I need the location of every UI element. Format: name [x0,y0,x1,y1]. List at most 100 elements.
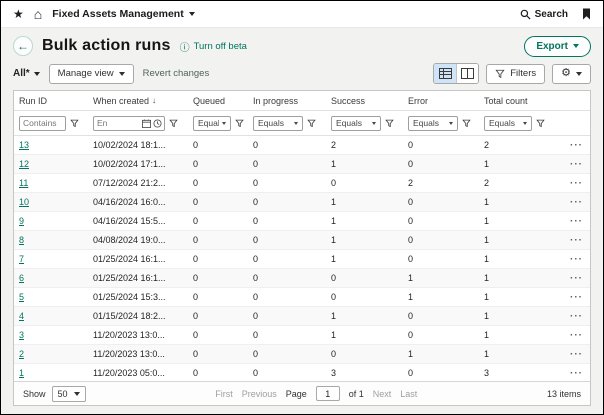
error-filter-funnel-button[interactable] [461,119,472,128]
search-button[interactable]: Search [520,9,568,20]
error-cell: 1 [403,292,479,302]
row-actions-button[interactable]: ··· [570,350,583,360]
calendar-icon[interactable] [142,119,151,128]
run-id-link[interactable]: 2 [19,349,24,359]
table-row[interactable]: 211/20/2023 13:0...00011··· [14,345,590,364]
export-button[interactable]: Export [524,36,591,57]
page-size-select[interactable]: 50 [52,386,86,402]
table-row[interactable]: 1210/02/2024 17:1...00101··· [14,155,590,174]
run-id-link[interactable]: 12 [19,159,29,169]
filters-button[interactable]: Filters [486,64,545,84]
row-actions-button[interactable]: ··· [570,236,583,246]
run-id-link[interactable]: 11 [19,178,28,188]
error-cell: 0 [403,330,479,340]
run-id-link[interactable]: 9 [19,216,24,226]
row-actions-button[interactable]: ··· [570,255,583,265]
table-row[interactable]: 701/25/2024 16:1...00101··· [14,250,590,269]
chevron-down-icon [74,392,80,396]
view-selector[interactable]: All* [13,68,40,79]
in-progress-cell: 0 [248,159,326,169]
column-header-total-count[interactable]: Total count [479,96,554,106]
run-id-link[interactable]: 10 [19,197,29,207]
table-row[interactable]: 111/20/2023 05:0...00303··· [14,364,590,381]
row-actions-button[interactable]: ··· [570,198,583,208]
column-header-when-created[interactable]: When created ↓ [88,96,188,106]
column-header-success[interactable]: Success [326,96,403,106]
row-actions-button[interactable]: ··· [570,179,583,189]
total-count-filter-funnel-button[interactable] [535,119,546,128]
success-cell: 1 [326,159,403,169]
table-row[interactable]: 1310/02/2024 18:1...00202··· [14,136,590,155]
revert-changes-link[interactable]: Revert changes [143,68,210,79]
settings-button[interactable]: ⚙ [552,64,591,84]
run-id-link[interactable]: 13 [19,140,29,150]
run-id-filter-input[interactable] [19,116,66,131]
total-count-filter-select[interactable]: Equals [484,116,532,131]
when-created-filter-input[interactable]: En [93,116,165,131]
run-id-link[interactable]: 7 [19,254,24,264]
table-row[interactable]: 311/20/2023 13:0...00101··· [14,326,590,345]
manage-view-button[interactable]: Manage view [49,64,134,84]
in-progress-filter-select[interactable]: Equals [253,116,303,131]
run-id-filter-funnel-button[interactable] [69,119,80,128]
run-id-link[interactable]: 1 [19,368,24,378]
queued-filter-funnel-button[interactable] [234,119,245,128]
table-row[interactable]: 401/15/2024 18:2...00101··· [14,307,590,326]
run-id-link[interactable]: 3 [19,330,24,340]
run-id-link[interactable]: 5 [19,292,24,302]
success-filter-funnel-button[interactable] [384,119,395,128]
run-id-link[interactable]: 6 [19,273,24,283]
beta-link-label: Turn off beta [194,41,247,52]
column-header-queued[interactable]: Queued [188,96,248,106]
run-id-cell: 10 [14,197,88,207]
column-header-in-progress[interactable]: In progress [248,96,326,106]
previous-page-link[interactable]: Previous [242,389,277,399]
table-row[interactable]: 501/25/2024 15:3...00011··· [14,288,590,307]
beta-info-icon: ⓘ [180,39,190,54]
row-actions-button[interactable]: ··· [570,274,583,284]
in-progress-filter-funnel-button[interactable] [306,119,317,128]
table-row[interactable]: 1107/12/2024 21:2...00022··· [14,174,590,193]
success-cell: 1 [326,330,403,340]
error-filter-select[interactable]: Equals [408,116,458,131]
total-count-cell: 1 [479,235,554,245]
row-actions-cell: ··· [554,292,590,303]
table-row[interactable]: 804/08/2024 19:0...00101··· [14,231,590,250]
first-page-link[interactable]: First [215,389,233,399]
when-created-filter-funnel-button[interactable] [168,119,179,128]
bookmark-icon[interactable] [582,8,591,20]
success-filter-select[interactable]: Equals [331,116,381,131]
success-cell: 0 [326,292,403,302]
row-actions-button[interactable]: ··· [570,331,583,341]
back-button[interactable]: ← [13,36,33,56]
row-actions-button[interactable]: ··· [570,293,583,303]
last-page-link[interactable]: Last [400,389,417,399]
turn-off-beta-link[interactable]: ⓘ Turn off beta [180,39,247,54]
queued-filter-select[interactable]: Equals [193,116,231,131]
view-toggle-columns[interactable] [456,64,478,83]
next-page-link[interactable]: Next [373,389,392,399]
row-actions-button[interactable]: ··· [570,160,583,170]
column-header-run-id[interactable]: Run ID [14,96,88,106]
clock-icon[interactable] [153,119,162,128]
row-actions-button[interactable]: ··· [570,312,583,322]
in-progress-cell: 0 [248,368,326,378]
column-header-error[interactable]: Error [403,96,479,106]
row-actions-button[interactable]: ··· [570,217,583,227]
table-row[interactable]: 601/25/2024 16:1...00011··· [14,269,590,288]
error-cell: 1 [403,273,479,283]
row-actions-button[interactable]: ··· [570,141,583,151]
view-toggle-list[interactable] [434,64,456,83]
top-bar-right: Search [520,8,591,20]
row-actions-button[interactable]: ··· [570,369,583,379]
page-input[interactable] [316,386,340,401]
table-row[interactable]: 904/16/2024 15:5...00101··· [14,212,590,231]
home-icon[interactable]: ⌂ [34,7,42,21]
app-title-menu[interactable]: Fixed Assets Management [52,8,195,20]
run-id-link[interactable]: 8 [19,235,24,245]
table-row[interactable]: 1004/16/2024 16:0...00101··· [14,193,590,212]
list-toolbar: All* Manage view Revert changes [1,60,603,90]
run-id-link[interactable]: 4 [19,311,24,321]
run-id-cell: 1 [14,368,88,378]
favorites-star-icon[interactable]: ★ [13,8,24,20]
